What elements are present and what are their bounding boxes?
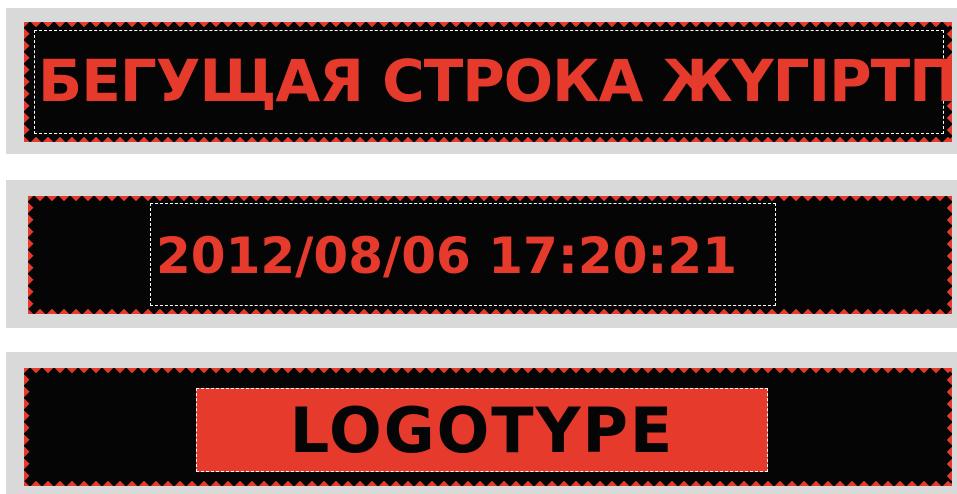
sawtooth-border-bottom [24,476,952,486]
sawtooth-border-top [24,368,952,378]
datetime-text: 2012/08/06 17:20:21 [156,227,737,285]
selection-box[interactable] [196,388,768,472]
led-panel-datetime: 2012/08/06 17:20:21 [28,196,952,314]
led-panel-scrolling-text: БЕГУЩАЯ СТРОКА ЖҮГІРТП [24,22,952,142]
sawtooth-border-left [24,368,34,486]
sawtooth-border-left [24,22,34,142]
led-panel-logotype: LOGOTYPE [24,368,952,486]
sawtooth-border-left [28,196,38,314]
sawtooth-border-right [942,368,952,486]
scrolling-text: БЕГУЩАЯ СТРОКА ЖҮГІРТП [38,47,952,115]
sawtooth-border-right [942,196,952,314]
